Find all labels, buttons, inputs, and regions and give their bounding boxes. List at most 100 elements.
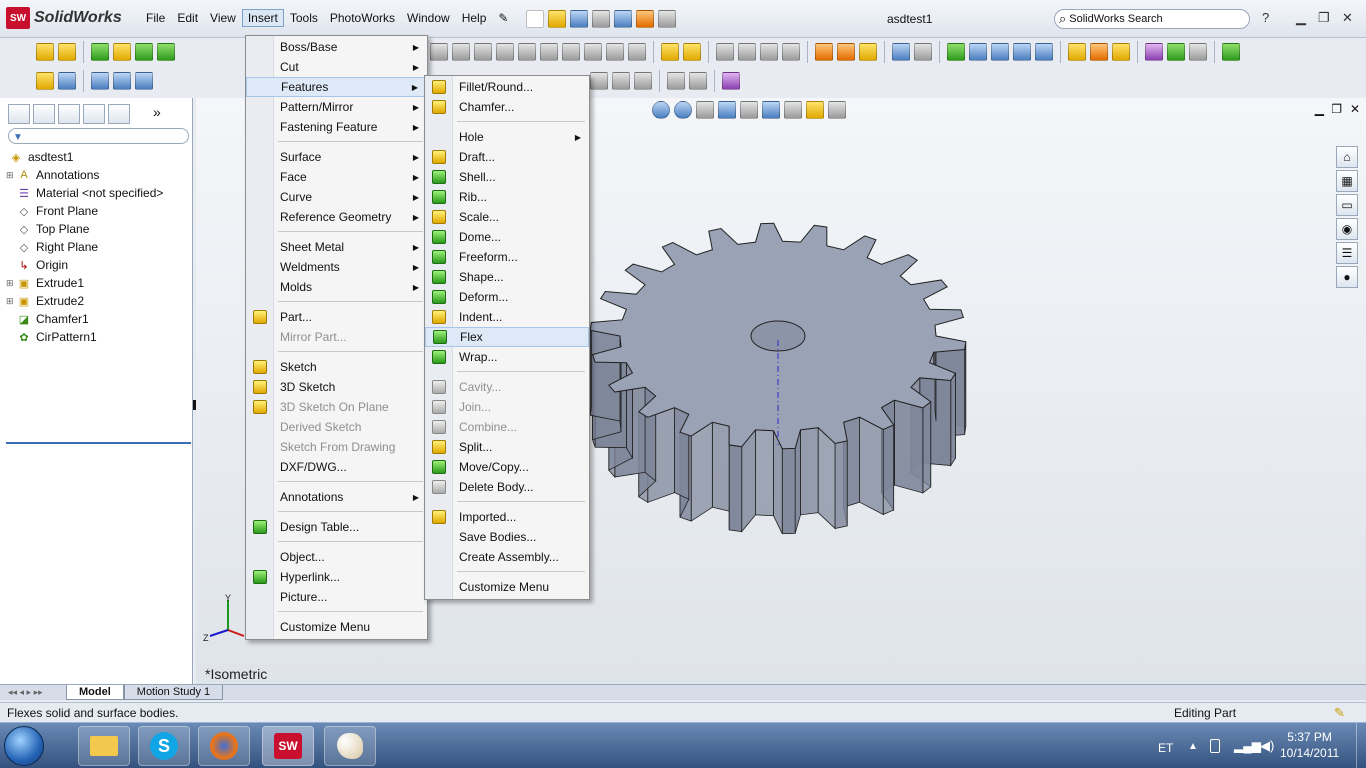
features-menu-item-scale[interactable]: Scale... [425, 207, 589, 227]
solidworks-logo[interactable]: SW SolidWorks [6, 6, 122, 30]
menu-help[interactable]: Help [456, 9, 493, 27]
sketch-tool-icon[interactable] [36, 72, 54, 90]
feature-manager-tab[interactable] [8, 104, 30, 124]
insert-menu-item-annotations[interactable]: Annotations ▶ [246, 487, 427, 507]
menu-view[interactable]: View [204, 9, 242, 27]
design-library-icon[interactable]: ▦ [1336, 170, 1358, 192]
paint-taskbar-icon[interactable] [324, 726, 376, 766]
features-menu-item-customize-menu[interactable]: Customize Menu [425, 577, 589, 597]
solidworks-taskbar-icon[interactable]: SW [262, 726, 314, 766]
insert-menu-item-curve[interactable]: Curve ▶ [246, 187, 427, 207]
tree-node-material-not-specified[interactable]: ☰ Material <not specified> [6, 184, 163, 202]
zoom-to-area-icon[interactable] [674, 101, 692, 119]
repair-sketch-icon[interactable] [689, 72, 707, 90]
gear-model[interactable] [590, 205, 1010, 580]
insert-menu-item-face[interactable]: Face ▶ [246, 167, 427, 187]
sweep-icon[interactable] [91, 43, 109, 61]
hide-show-icon[interactable] [784, 101, 802, 119]
scene-icon[interactable] [1112, 43, 1130, 61]
features-menu-item-move-copy[interactable]: Move/Copy... [425, 457, 589, 477]
linear-pattern-icon[interactable] [612, 72, 630, 90]
features-menu-item-indent[interactable]: Indent... [425, 307, 589, 327]
appearances-icon[interactable]: ● [1336, 266, 1358, 288]
insert-menu-item-customize-menu[interactable]: Customize Menu [246, 617, 427, 637]
features-menu-item-chamfer[interactable]: Chamfer... [425, 97, 589, 117]
features-menu-item-split[interactable]: Split... [425, 437, 589, 457]
property-manager-tab[interactable] [33, 104, 55, 124]
instant3d-icon[interactable] [683, 43, 701, 61]
features-menu-item-draft[interactable]: Draft... [425, 147, 589, 167]
new-document-icon[interactable] [526, 10, 544, 28]
section-view-icon[interactable] [718, 101, 736, 119]
skype-taskbar-icon[interactable]: S [138, 726, 190, 766]
tree-node-extrude2[interactable]: ⊞ ▣ Extrude2 [6, 292, 163, 310]
display-manager-tab[interactable] [108, 104, 130, 124]
move-entities-icon[interactable] [634, 72, 652, 90]
insert-menu-item-part[interactable]: Part... [246, 307, 427, 327]
features-menu-item-fillet-round[interactable]: Fillet/Round... [425, 77, 589, 97]
tree-filter[interactable]: ▼ [8, 128, 189, 144]
language-indicator[interactable]: ET [1158, 741, 1173, 755]
edit-appearance-icon[interactable] [806, 101, 824, 119]
tab-motion-study[interactable]: Motion Study 1 [123, 685, 224, 700]
undo-icon[interactable] [614, 10, 632, 28]
insert-menu-item-boss-base[interactable]: Boss/Base ▶ [246, 37, 427, 57]
tree-node-right-plane[interactable]: ◇ Right Plane [6, 238, 163, 256]
addin-2-icon[interactable] [1167, 43, 1185, 61]
insert-menu-item-molds[interactable]: Molds ▶ [246, 277, 427, 297]
insert-menu-item-design-table[interactable]: Design Table... [246, 517, 427, 537]
dome-tool-icon[interactable] [584, 43, 602, 61]
battery-icon[interactable] [1210, 739, 1220, 753]
tree-node-origin[interactable]: ↳ Origin [6, 256, 163, 274]
expand-icon[interactable]: ⊞ [6, 170, 16, 181]
insert-menu-item-cut[interactable]: Cut ▶ [246, 57, 427, 77]
configuration-manager-tab[interactable] [58, 104, 80, 124]
expand-icon[interactable]: ⊞ [6, 296, 16, 307]
features-menu-item-deform[interactable]: Deform... [425, 287, 589, 307]
drawing-icon[interactable] [892, 43, 910, 61]
features-menu-item-rib[interactable]: Rib... [425, 187, 589, 207]
rollback-bar[interactable] [6, 442, 191, 444]
features-menu-item-create-assembly[interactable]: Create Assembly... [425, 547, 589, 567]
features-menu-item-flex[interactable]: Flex [425, 327, 589, 347]
fillet-tool-icon[interactable] [430, 43, 448, 61]
rebuild-icon[interactable] [636, 10, 654, 28]
explorer-taskbar-icon[interactable] [78, 726, 130, 766]
line-icon[interactable] [91, 72, 109, 90]
render-icon[interactable] [1068, 43, 1086, 61]
image-tool-5-icon[interactable] [1035, 43, 1053, 61]
surface-tool-icon[interactable] [716, 43, 734, 61]
display-style-icon[interactable] [762, 101, 780, 119]
zoom-to-fit-icon[interactable] [652, 101, 670, 119]
features-menu-item-imported[interactable]: Imported... [425, 507, 589, 527]
image-tool-icon[interactable] [947, 43, 965, 61]
firefox-taskbar-icon[interactable] [198, 726, 250, 766]
view-orientation-icon[interactable] [740, 101, 758, 119]
curve-tool-icon[interactable] [661, 43, 679, 61]
insert-menu-item-pattern-mirror[interactable]: Pattern/Mirror ▶ [246, 97, 427, 117]
loft-icon[interactable] [113, 43, 131, 61]
close-button[interactable]: ✕ [1342, 10, 1353, 26]
menu-photoworks[interactable]: PhotoWorks [324, 9, 401, 27]
viewport-restore[interactable]: ❐ [1331, 102, 1342, 116]
restore-button[interactable]: ❐ [1318, 10, 1330, 26]
insert-menu-item-object[interactable]: Object... [246, 547, 427, 567]
smart-dimension-icon[interactable] [58, 72, 76, 90]
chamfer-tool-icon[interactable] [452, 43, 470, 61]
extrude-boss-icon[interactable] [36, 43, 54, 61]
view-palette-icon[interactable]: ☰ [1336, 242, 1358, 264]
pin-icon[interactable]: ✎ [492, 9, 514, 27]
relations-icon[interactable] [667, 72, 685, 90]
file-explorer-icon[interactable]: ▭ [1336, 194, 1358, 216]
revolve-boss-icon[interactable] [58, 43, 76, 61]
tree-node-chamfer1[interactable]: ◪ Chamfer1 [6, 310, 163, 328]
mold-tool-icon[interactable] [815, 43, 833, 61]
addin-3-icon[interactable] [1189, 43, 1207, 61]
insert-menu-item-sheet-metal[interactable]: Sheet Metal ▶ [246, 237, 427, 257]
options-icon[interactable] [658, 10, 676, 28]
insert-menu-item-picture[interactable]: Picture... [246, 587, 427, 607]
open-icon[interactable] [548, 10, 566, 28]
features-menu-item-freeform[interactable]: Freeform... [425, 247, 589, 267]
insert-menu-item-surface[interactable]: Surface ▶ [246, 147, 427, 167]
insert-menu-item-weldments[interactable]: Weldments ▶ [246, 257, 427, 277]
